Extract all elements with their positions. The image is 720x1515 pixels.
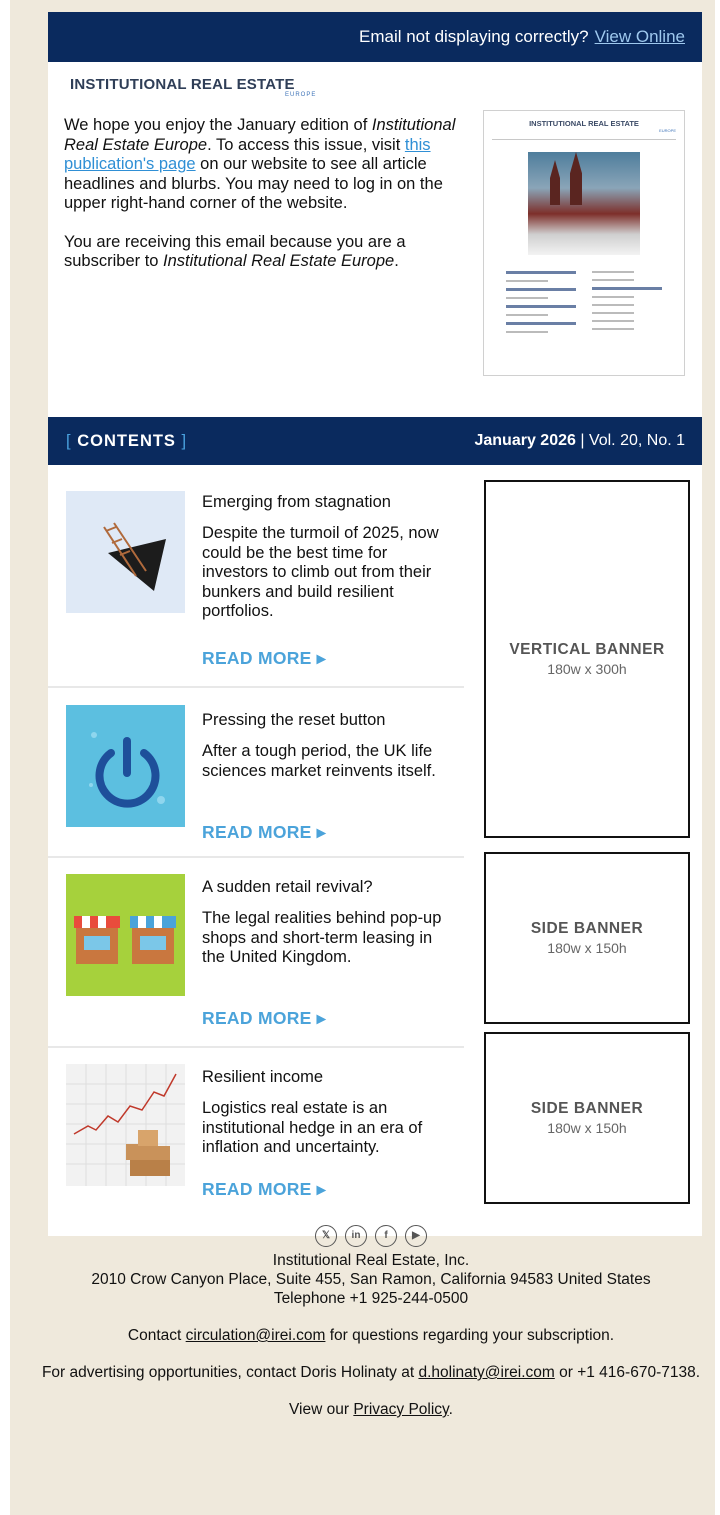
social-links: 𝕏 in f ▶ bbox=[40, 1225, 702, 1247]
contact-text-b: for questions regarding your subscriptio… bbox=[325, 1327, 615, 1344]
contents-label: [ CONTENTS ] bbox=[66, 432, 187, 451]
article-thumbnail-power[interactable] bbox=[66, 705, 185, 827]
view-online-link[interactable]: View Online bbox=[595, 27, 685, 47]
privacy-text-a: View our bbox=[289, 1401, 354, 1418]
article-description: Logistics real estate is an institutiona… bbox=[202, 1099, 423, 1156]
intro-text: We hope you enjoy the January edition of… bbox=[64, 116, 459, 291]
advertising-contact: For advertising opportunities, contact D… bbox=[40, 1363, 702, 1382]
read-more-link[interactable]: READ MORE ▸ bbox=[202, 648, 326, 669]
article-thumbnail-shops[interactable] bbox=[66, 874, 185, 996]
not-displaying-text: Email not displaying correctly? bbox=[358, 27, 589, 46]
publication-logo[interactable]: INSTITUTIONAL REAL ESTATE EUROPE bbox=[48, 62, 702, 102]
top-bar: Email not displaying correctly? View Onl… bbox=[48, 12, 702, 62]
issue-date: January 2026 bbox=[474, 432, 576, 449]
article-item: A sudden retail revival? The legal reali… bbox=[48, 858, 464, 1046]
banner-size: 180w x 150h bbox=[547, 940, 627, 956]
cover-divider bbox=[492, 139, 676, 140]
article-item: Emerging from stagnation Despite the tur… bbox=[48, 465, 464, 687]
banner-title: VERTICAL BANNER bbox=[509, 641, 665, 658]
article-description: After a tough period, the UK life scienc… bbox=[202, 742, 436, 780]
issue-info: January 2026 | Vol. 20, No. 1 bbox=[474, 432, 685, 450]
contents-title: CONTENTS bbox=[77, 431, 176, 450]
articles-section: Emerging from stagnation Despite the tur… bbox=[48, 465, 702, 1236]
advertising-email-link[interactable]: d.holinaty@irei.com bbox=[418, 1364, 554, 1381]
intro-p2-text-c: . bbox=[394, 252, 399, 270]
facebook-icon[interactable]: f bbox=[375, 1225, 397, 1247]
intro-p1-text-c: . To access this issue, visit bbox=[207, 135, 405, 154]
logo-subtitle: EUROPE bbox=[285, 92, 317, 98]
article-title[interactable]: A sudden retail revival? bbox=[202, 878, 373, 897]
company-address: 2010 Crow Canyon Place, Suite 455, San R… bbox=[91, 1271, 651, 1288]
email-background: Email not displaying correctly? View Onl… bbox=[10, 0, 715, 1515]
privacy-line: View our Privacy Policy. bbox=[40, 1400, 702, 1419]
contact-text-a: Contact bbox=[127, 1327, 186, 1344]
article-description: Despite the turmoil of 2025, now could b… bbox=[202, 524, 439, 620]
intro-p2-publication: Institutional Real Estate Europe bbox=[163, 252, 395, 270]
linkedin-icon[interactable]: in bbox=[345, 1225, 367, 1247]
banner-title: SIDE BANNER bbox=[530, 920, 644, 937]
bracket-open: [ bbox=[66, 431, 72, 450]
intro-p1-text-a: We hope you enjoy the January edition of bbox=[64, 116, 372, 134]
vertical-banner-ad[interactable]: VERTICAL BANNER 180w x 300h bbox=[484, 480, 690, 838]
article-title[interactable]: Pressing the reset button bbox=[202, 711, 385, 730]
circulation-email-link[interactable]: circulation@irei.com bbox=[186, 1327, 326, 1344]
adv-text-a: For advertising opportunities, contact D… bbox=[41, 1364, 419, 1381]
intro-paragraph-1: We hope you enjoy the January edition of… bbox=[64, 116, 459, 214]
cover-title: INSTITUTIONAL REAL ESTATE bbox=[529, 119, 639, 128]
article-thumbnail-chart[interactable] bbox=[66, 1064, 185, 1186]
company-phone: Telephone +1 925-244-0500 bbox=[273, 1290, 469, 1307]
adv-text-b: or +1 416-670-7138. bbox=[554, 1364, 701, 1381]
cover-photo bbox=[528, 152, 640, 255]
contents-header: [ CONTENTS ] January 2026 | Vol. 20, No.… bbox=[48, 417, 702, 465]
issue-cover-image[interactable]: INSTITUTIONAL REAL ESTATE EUROPE bbox=[483, 110, 685, 376]
banner-title: SIDE BANNER bbox=[530, 1100, 644, 1117]
banner-size: 180w x 150h bbox=[547, 1120, 627, 1136]
read-more-link[interactable]: READ MORE ▸ bbox=[202, 822, 326, 843]
subscription-contact: Contact circulation@irei.com for questio… bbox=[40, 1326, 702, 1345]
cover-contents-lines bbox=[492, 265, 676, 335]
side-banner-ad[interactable]: SIDE BANNER 180w x 150h bbox=[484, 852, 690, 1024]
email-footer: 𝕏 in f ▶ Institutional Real Estate, Inc.… bbox=[40, 1225, 702, 1437]
article-thumbnail-ladder[interactable] bbox=[66, 491, 185, 613]
privacy-text-b: . bbox=[448, 1401, 453, 1418]
article-description: The legal realities behind pop-up shops … bbox=[202, 909, 442, 966]
intro-paragraph-2: You are receiving this email because you… bbox=[64, 233, 459, 272]
company-name: Institutional Real Estate, Inc. bbox=[272, 1252, 470, 1269]
youtube-icon[interactable]: ▶ bbox=[405, 1225, 427, 1247]
bracket-close: ] bbox=[181, 431, 188, 450]
x-icon[interactable]: 𝕏 bbox=[315, 1225, 337, 1247]
article-title[interactable]: Resilient income bbox=[202, 1068, 323, 1087]
cover-col-left bbox=[506, 265, 576, 335]
article-item: Pressing the reset button After a tough … bbox=[48, 688, 464, 856]
side-banner-ad[interactable]: SIDE BANNER 180w x 150h bbox=[484, 1032, 690, 1204]
cover-subtitle: EUROPE bbox=[659, 128, 676, 133]
banner-size: 180w x 300h bbox=[547, 661, 627, 677]
issue-volume: | Vol. 20, No. 1 bbox=[575, 432, 685, 449]
read-more-link[interactable]: READ MORE ▸ bbox=[202, 1179, 326, 1200]
email-container: Email not displaying correctly? View Onl… bbox=[48, 12, 702, 1236]
privacy-policy-link[interactable]: Privacy Policy bbox=[353, 1401, 448, 1418]
logo-title: INSTITUTIONAL REAL ESTATE bbox=[70, 76, 295, 93]
intro-section: We hope you enjoy the January edition of… bbox=[48, 102, 702, 417]
article-title[interactable]: Emerging from stagnation bbox=[202, 493, 391, 512]
read-more-link[interactable]: READ MORE ▸ bbox=[202, 1008, 326, 1029]
cover-col-right bbox=[592, 265, 662, 335]
article-item: Resilient income Logistics real estate i… bbox=[48, 1048, 464, 1236]
